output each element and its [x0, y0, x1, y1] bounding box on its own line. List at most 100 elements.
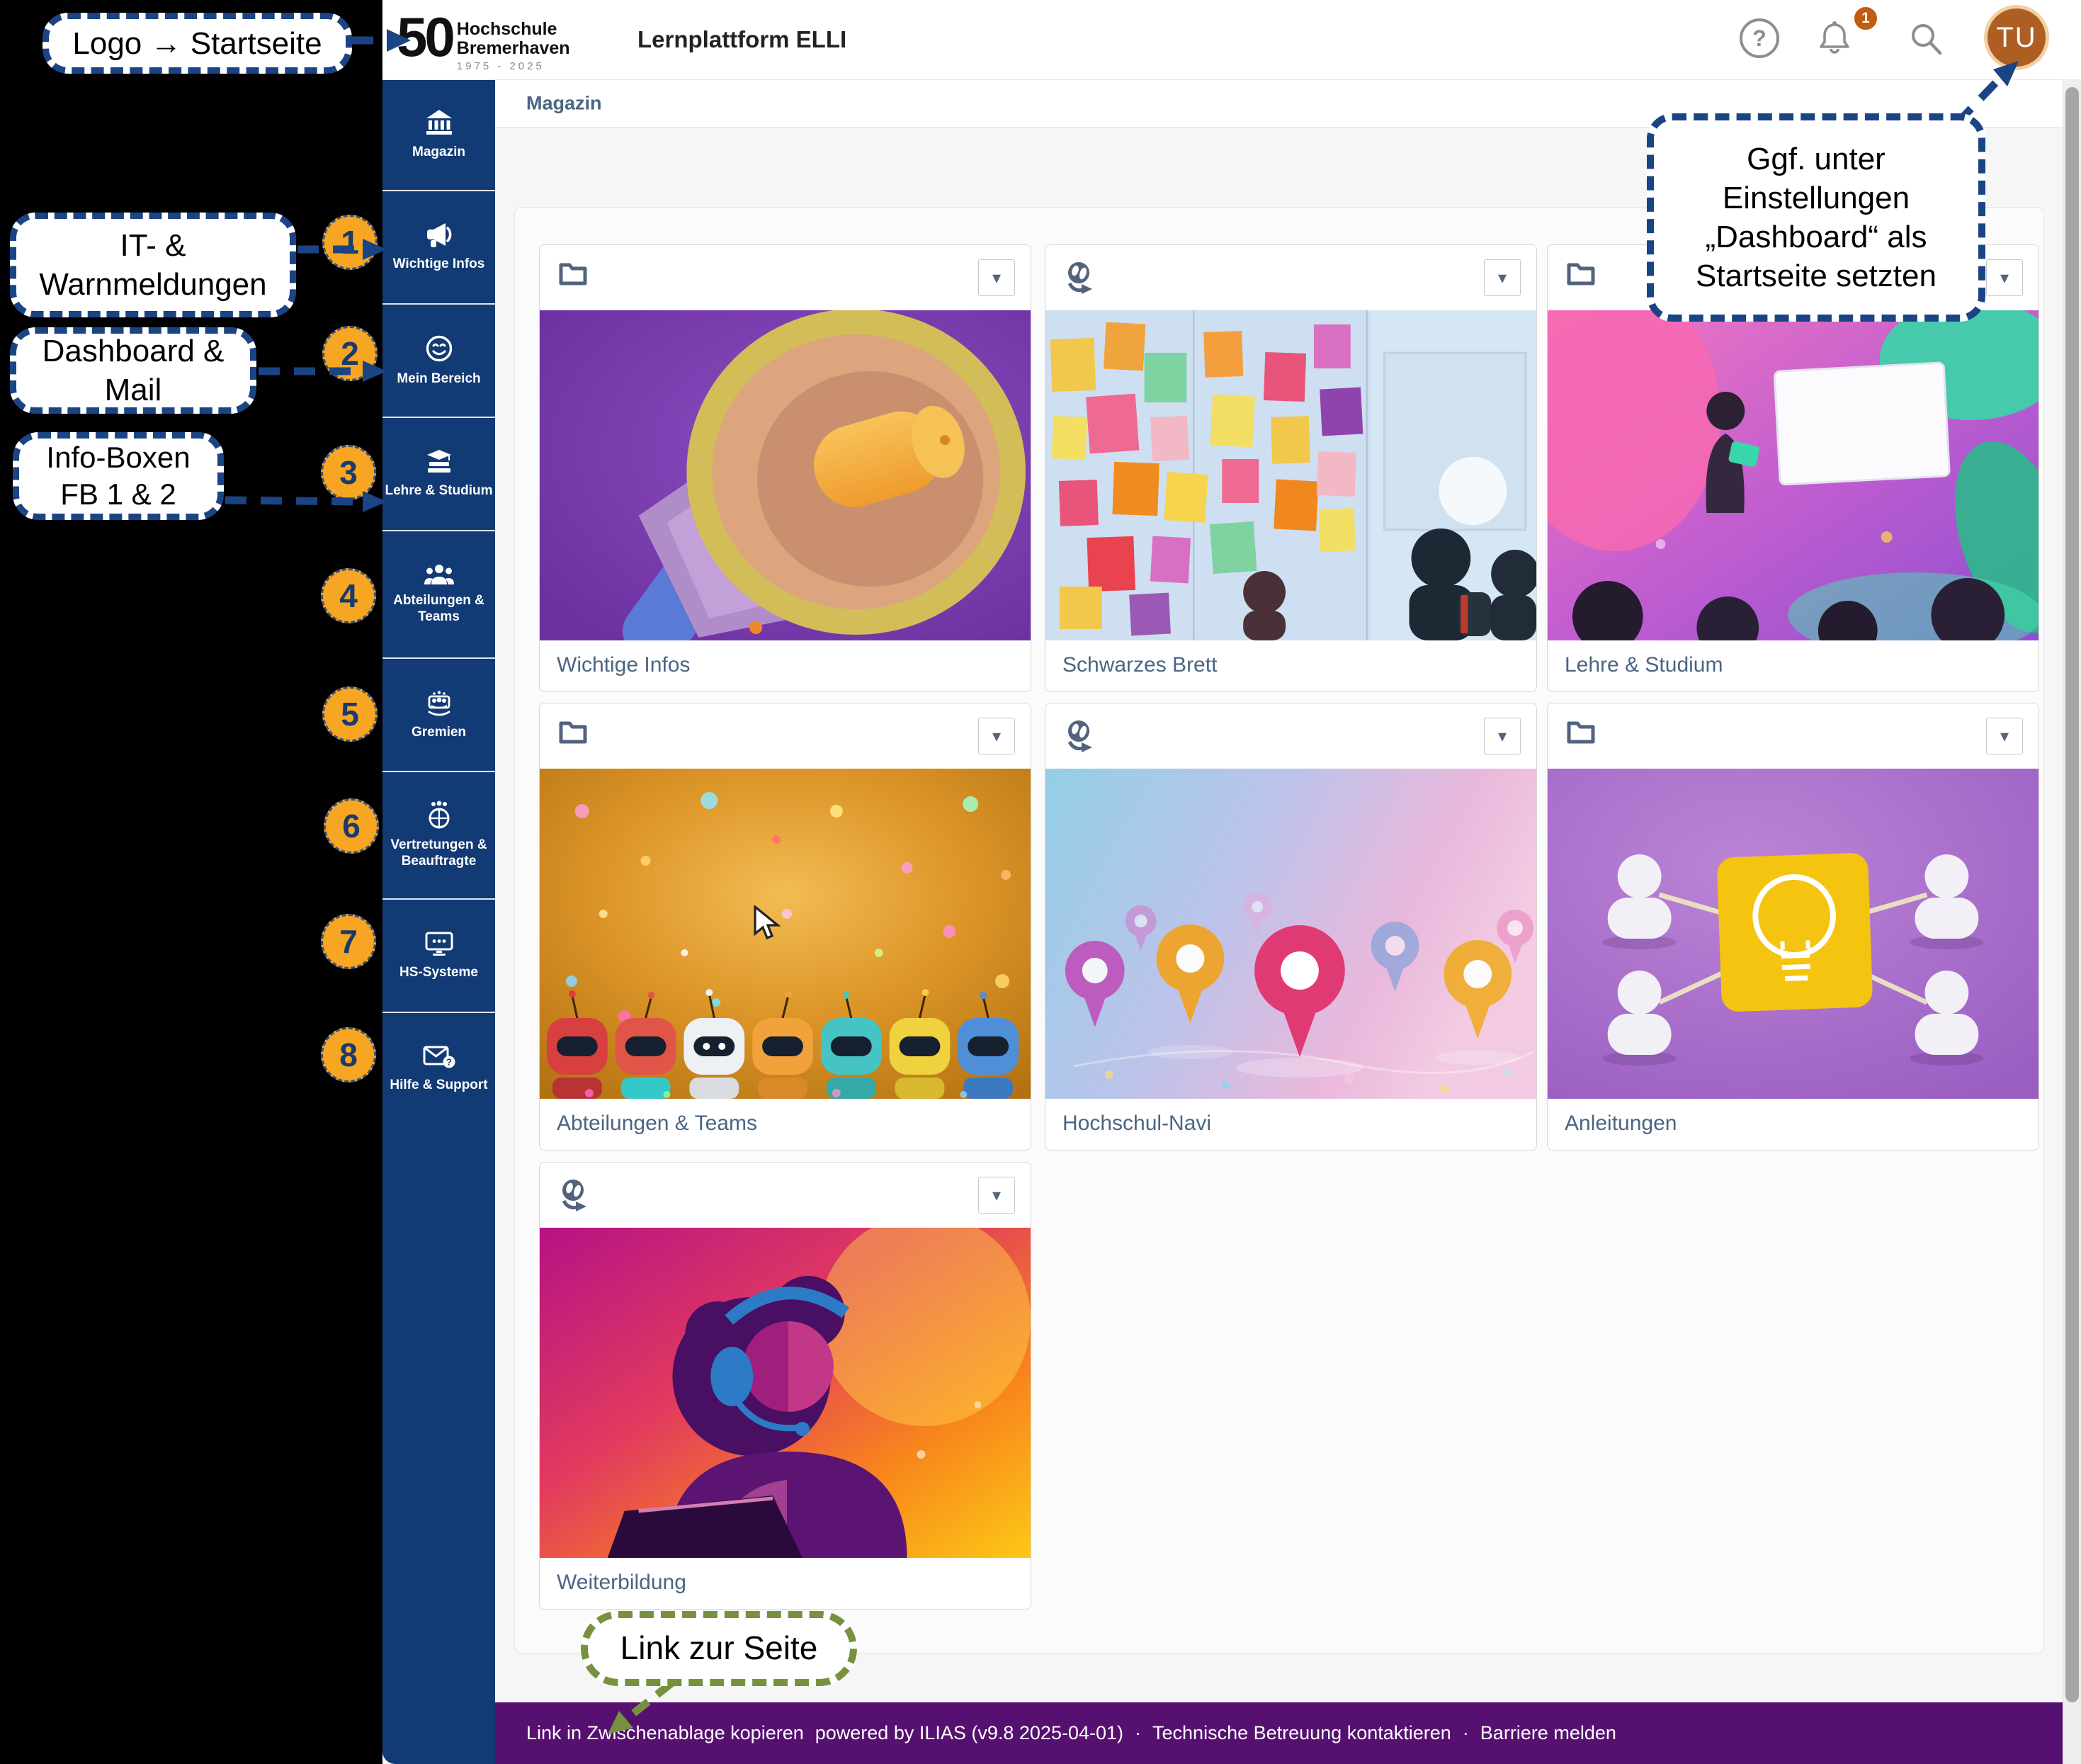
- card-title[interactable]: Abteilungen & Teams: [540, 1099, 1031, 1136]
- card-hochschul-navi[interactable]: ▾: [1045, 703, 1537, 1150]
- mouse-cursor: [752, 905, 786, 942]
- books-icon: [424, 449, 454, 475]
- bell-icon[interactable]: [1815, 19, 1854, 60]
- card-title[interactable]: Weiterbildung: [540, 1558, 1031, 1595]
- folder-icon: [1566, 718, 1596, 745]
- main-sidebar: Magazin Wichtige Infos Mein Bereich: [382, 80, 495, 1764]
- card-weiterbildung[interactable]: ▾: [539, 1162, 1031, 1610]
- svg-text:?: ?: [446, 1056, 452, 1067]
- sidebar-item-wichtige-infos[interactable]: Wichtige Infos: [382, 190, 495, 303]
- actions-dropdown-button[interactable]: ▾: [978, 259, 1015, 296]
- actions-dropdown-button[interactable]: ▾: [978, 1177, 1015, 1214]
- step-badge-5: 5: [322, 686, 378, 742]
- copy-permalink-link[interactable]: Link in Zwischenablage kopieren: [526, 1722, 804, 1744]
- logo-50-icon: 50: [397, 4, 453, 69]
- card-title[interactable]: Hochschul-Navi: [1045, 1099, 1536, 1136]
- card-image-presentation: [1548, 310, 2039, 640]
- lightbulb-network-illustration: [1548, 769, 2039, 1099]
- sidebar-item-label: HS-Systeme: [399, 965, 478, 981]
- globe-people-icon: [424, 801, 454, 829]
- card-title[interactable]: Lehre & Studium: [1548, 640, 2039, 677]
- repository-item-group: ▾: [514, 207, 2044, 1653]
- card-image-sticky-notes: [1045, 310, 1536, 640]
- annotated-screenshot: 50 Hochschule Bremerhaven 1975 - 2025 Le…: [0, 0, 2081, 1764]
- annotation-link-note: Link zur Seite: [581, 1611, 857, 1686]
- step-badge-3: 3: [321, 445, 376, 500]
- card-image-megaphone: [540, 310, 1031, 640]
- step-badge-7: 7: [321, 914, 376, 969]
- card-title[interactable]: Anleitungen: [1548, 1099, 2039, 1136]
- sidebar-item-label: Vertretungen & Beauftragte: [385, 837, 493, 870]
- card-title[interactable]: Schwarzes Brett: [1045, 640, 1536, 677]
- megaphone-illustration: [540, 310, 1031, 640]
- sidebar-item-label: Magazin: [412, 145, 465, 161]
- card-schwarzes-brett[interactable]: ▾: [1045, 244, 1537, 692]
- card-wichtige-infos[interactable]: ▾: [539, 244, 1031, 692]
- annotation-infobox-note: Info-Boxen FB 1 & 2: [13, 432, 224, 520]
- folder-icon: [558, 718, 588, 745]
- powered-by-text: powered by ILIAS (v9.8 2025-04-01): [815, 1722, 1123, 1744]
- headphones-person-illustration: [540, 1228, 1031, 1558]
- main-content: Magazin ▾: [495, 80, 2081, 1702]
- annotation-warn-note: IT- & Warnmeldungen: [10, 213, 296, 317]
- help-icon[interactable]: ?: [1740, 18, 1779, 58]
- step-badge-2: 2: [322, 326, 378, 381]
- step-badge-8: 8: [321, 1027, 376, 1082]
- actions-dropdown-button[interactable]: ▾: [1986, 259, 2023, 296]
- logo-years: 1975 - 2025: [457, 60, 570, 72]
- link-icon: [558, 1177, 588, 1212]
- sidebar-item-label: Hilfe & Support: [390, 1078, 487, 1094]
- sidebar-item-label: Abteilungen & Teams: [385, 593, 493, 626]
- sidebar-item-mein-bereich[interactable]: Mein Bereich: [382, 303, 495, 417]
- footer-bar: Link in Zwischenablage kopieren powered …: [495, 1702, 2081, 1764]
- contact-support-link[interactable]: Technische Betreuung kontaktieren: [1152, 1722, 1451, 1744]
- search-icon[interactable]: [1907, 19, 1945, 59]
- link-icon: [1064, 259, 1094, 295]
- sidebar-item-label: Lehre & Studium: [385, 483, 492, 499]
- card-image-lightbulb: [1548, 769, 2039, 1099]
- folder-icon: [1566, 259, 1596, 286]
- report-barrier-link[interactable]: Barriere melden: [1480, 1722, 1616, 1744]
- actions-dropdown-button[interactable]: ▾: [978, 718, 1015, 754]
- megaphone-icon: [424, 222, 454, 248]
- sidebar-item-vertretungen-beauftragte[interactable]: Vertretungen & Beauftragte: [382, 771, 495, 898]
- step-badge-4: 4: [321, 568, 376, 623]
- mail-help-icon: ?: [423, 1045, 455, 1069]
- link-icon: [1064, 718, 1094, 753]
- annotation-settings-note: Ggf. unter Einstellungen „Dashboard“ als…: [1647, 113, 1985, 322]
- sidebar-item-magazin[interactable]: Magazin: [382, 80, 495, 190]
- avatar[interactable]: TU: [1984, 5, 2049, 70]
- footer-separator: ·: [1463, 1722, 1469, 1744]
- sidebar-item-label: Wichtige Infos: [393, 256, 485, 273]
- smiley-icon: [425, 334, 453, 363]
- sidebar-item-lehre-studium[interactable]: Lehre & Studium: [382, 417, 495, 530]
- top-bar: 50 Hochschule Bremerhaven 1975 - 2025 Le…: [382, 0, 2081, 80]
- card-title[interactable]: Wichtige Infos: [540, 640, 1031, 677]
- scrollbar-track[interactable]: [2063, 80, 2081, 1764]
- card-anleitungen[interactable]: ▾: [1547, 703, 2039, 1150]
- sidebar-item-abteilungen-teams[interactable]: Abteilungen & Teams: [382, 530, 495, 657]
- page-title: Lernplattform ELLI: [637, 26, 846, 53]
- step-badge-6: 6: [324, 798, 379, 854]
- sidebar-item-gremien[interactable]: Gremien: [382, 657, 495, 771]
- actions-dropdown-button[interactable]: ▾: [1484, 259, 1521, 296]
- actions-dropdown-button[interactable]: ▾: [1986, 718, 2023, 754]
- monitor-icon: [424, 931, 454, 956]
- sidebar-item-hilfe-support[interactable]: ? Hilfe & Support: [382, 1012, 495, 1125]
- breadcrumb-item-magazin[interactable]: Magazin: [526, 93, 602, 115]
- scrollbar-thumb[interactable]: [2065, 87, 2079, 1702]
- logo-name-line2: Bremerhaven: [457, 39, 570, 58]
- actions-dropdown-button[interactable]: ▾: [1484, 718, 1521, 754]
- presentation-illustration: [1548, 310, 2039, 640]
- sticky-notes-illustration: [1045, 310, 1536, 640]
- people-icon: [424, 563, 454, 584]
- sidebar-item-label: Gremien: [412, 725, 466, 741]
- footer-separator: ·: [1135, 1722, 1141, 1744]
- sidebar-item-hs-systeme[interactable]: HS-Systeme: [382, 898, 495, 1012]
- annotation-logo-note: Logo → Startseite: [42, 13, 352, 74]
- annotation-dashboard-note: Dashboard & Mail: [10, 327, 256, 414]
- step-badge-1: 1: [322, 215, 378, 270]
- card-image-headphones-person: [540, 1228, 1031, 1558]
- folder-icon: [558, 259, 588, 286]
- hochschule-bremerhaven-logo[interactable]: 50 Hochschule Bremerhaven 1975 - 2025: [397, 4, 570, 72]
